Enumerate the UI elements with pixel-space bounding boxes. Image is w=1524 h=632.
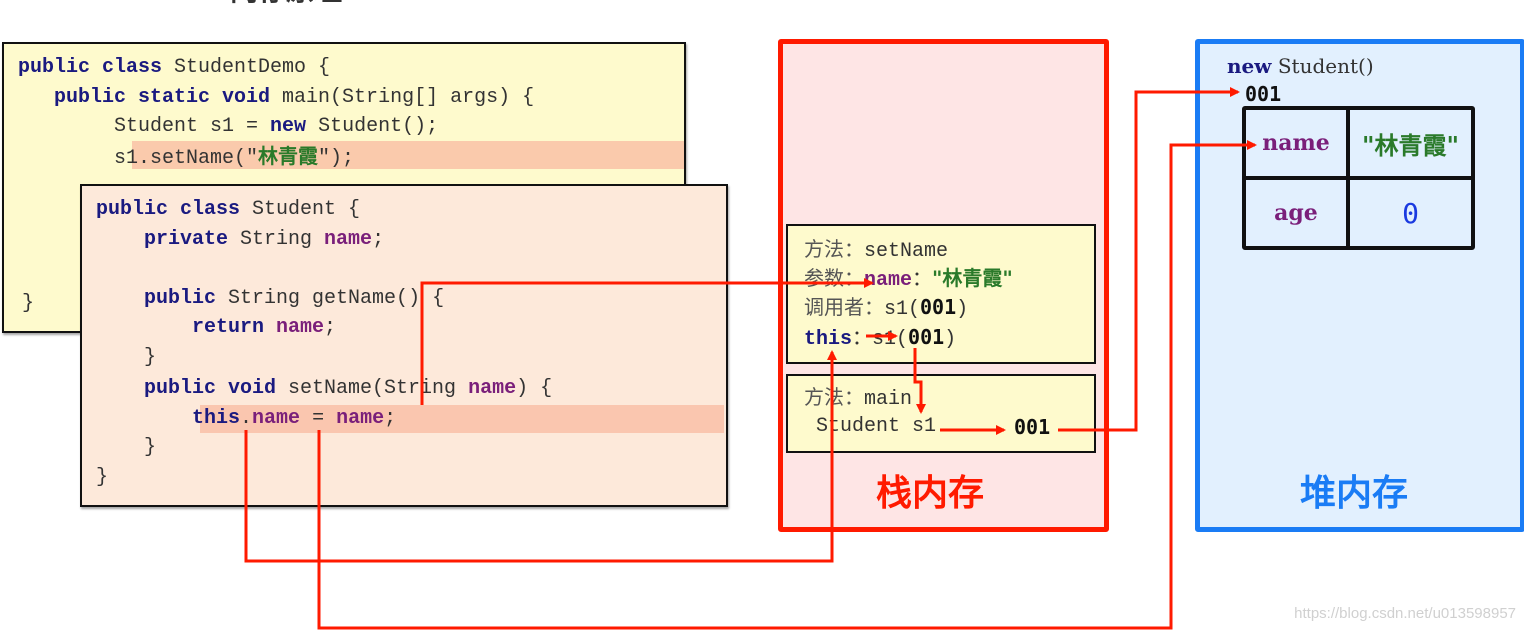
stack-frame-setname: 方法：setName 参数：name："林青霞" 调用者：s1(001) thi… bbox=[786, 224, 1096, 364]
code-text: ) { bbox=[516, 377, 553, 400]
heap-memory-area: new Student() 001 name "林青霞" age 0 堆内存 bbox=[1195, 39, 1524, 532]
frame-this-line: this：s1(001) bbox=[804, 325, 957, 351]
stack-memory-area: 方法：setName 参数：name："林青霞" 调用者：s1(001) thi… bbox=[778, 39, 1109, 532]
code-line: } bbox=[96, 344, 156, 372]
code-line: public class StudentDemo { bbox=[18, 54, 330, 82]
code-line: Student s1 = new Student(); bbox=[18, 113, 438, 141]
code-line: } bbox=[22, 290, 34, 318]
code-text: String getName() { bbox=[216, 287, 445, 310]
frame-var-value: 001 bbox=[1014, 415, 1051, 439]
code-keyword: new bbox=[270, 115, 307, 138]
code-text: } bbox=[22, 292, 35, 315]
code-text: s1.setName(" bbox=[18, 147, 259, 170]
code-line: public class Student { bbox=[96, 196, 360, 224]
code-string: 林青霞 bbox=[258, 144, 319, 168]
code-line: public static void main(String[] args) { bbox=[18, 84, 534, 112]
frame-method-line: 方法：main bbox=[804, 385, 913, 411]
heap-object-address: 001 bbox=[1245, 82, 1282, 106]
field-name-cell: age bbox=[1246, 180, 1346, 246]
code-text: ; bbox=[372, 228, 385, 251]
code-keyword: this bbox=[96, 407, 241, 430]
code-text: setName(String bbox=[288, 377, 469, 400]
field-value-cell: 0 bbox=[1350, 180, 1471, 246]
stack-memory-label: 栈内存 bbox=[876, 473, 985, 514]
frame-param-line: 参数：name："林青霞" bbox=[804, 266, 1013, 292]
code-text: StudentDemo { bbox=[174, 56, 331, 79]
slide-title: 内存原理 bbox=[230, 0, 420, 4]
code-text: ; bbox=[384, 407, 397, 430]
heap-memory-label: 堆内存 bbox=[1300, 473, 1409, 514]
code-text: } bbox=[96, 466, 109, 489]
field-name-cell: name bbox=[1246, 110, 1346, 176]
code-keyword: private bbox=[96, 228, 229, 251]
code-text: "); bbox=[318, 147, 355, 170]
student-class-code-box: public class Student { private String na… bbox=[80, 184, 728, 507]
code-text: } bbox=[96, 436, 157, 459]
heap-object-header: new Student() bbox=[1227, 54, 1374, 78]
heap-object-fields-table: name "林青霞" age 0 bbox=[1242, 106, 1475, 250]
code-line: this.name = name; bbox=[96, 405, 396, 433]
code-identifier: name bbox=[324, 228, 373, 251]
code-text: Student { bbox=[252, 198, 361, 221]
code-text: String bbox=[228, 228, 325, 251]
frame-method-line: 方法：setName bbox=[804, 237, 949, 263]
watermark: https://blog.csdn.net/u013598957 bbox=[1294, 605, 1516, 622]
code-keyword: public void bbox=[96, 377, 289, 400]
code-text: Student s1 = bbox=[18, 115, 271, 138]
code-line: return name; bbox=[96, 314, 336, 342]
code-line: } bbox=[96, 464, 108, 492]
code-keyword: public class bbox=[96, 198, 253, 221]
code-text: = bbox=[300, 407, 337, 430]
stack-frame-main: 方法：main Student s1 001 bbox=[786, 374, 1096, 453]
code-line: public void setName(String name) { bbox=[96, 375, 552, 403]
code-keyword: public static void bbox=[18, 86, 283, 109]
code-line: public String getName() { bbox=[96, 285, 444, 313]
code-text: Student(); bbox=[306, 115, 439, 138]
code-text: } bbox=[96, 346, 157, 369]
frame-var-decl: Student s1 bbox=[816, 415, 937, 438]
code-keyword: public bbox=[96, 287, 217, 310]
code-line: } bbox=[96, 434, 156, 462]
code-text: main(String[] args) { bbox=[282, 86, 535, 109]
code-line: private String name; bbox=[96, 226, 384, 254]
code-keyword: public class bbox=[18, 56, 175, 79]
code-identifier: name bbox=[276, 316, 325, 339]
code-text: . bbox=[240, 407, 253, 430]
code-identifier: name bbox=[468, 377, 517, 400]
code-keyword: return bbox=[96, 316, 277, 339]
code-text: ; bbox=[324, 316, 337, 339]
code-identifier: name bbox=[336, 407, 385, 430]
frame-caller-line: 调用者：s1(001) bbox=[804, 295, 969, 321]
code-identifier: name bbox=[252, 407, 301, 430]
field-value-cell: "林青霞" bbox=[1350, 110, 1471, 176]
code-line: s1.setName("林青霞"); bbox=[18, 142, 354, 170]
